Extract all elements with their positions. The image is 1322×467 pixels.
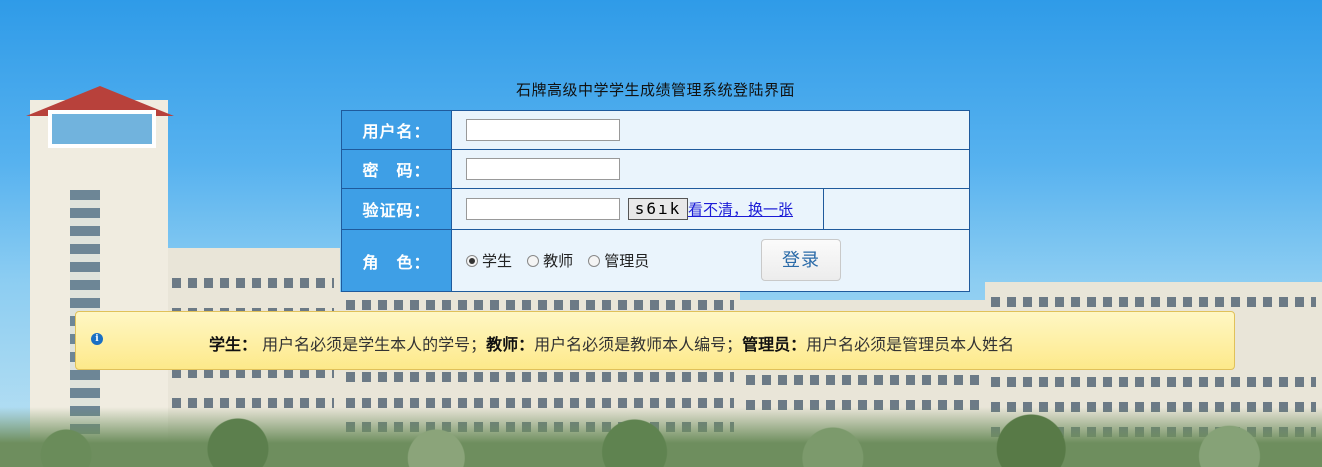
- login-form: 用户名： 密 码： 验证码： s6ık 看不清，换一张 角 色： 学生 教师 管…: [341, 110, 970, 292]
- login-button[interactable]: 登录: [761, 239, 841, 281]
- radio-admin[interactable]: [588, 254, 601, 267]
- username-input[interactable]: [466, 119, 620, 141]
- notice-role-admin: 管理员：: [742, 335, 807, 354]
- page-title: 石牌高级中学学生成绩管理系统登陆界面: [515, 81, 795, 99]
- notice-text-admin: 用户名必须是管理员本人姓名: [806, 335, 1015, 354]
- role-option-student[interactable]: 学生: [466, 250, 512, 271]
- info-icon: i: [91, 333, 103, 345]
- notice-text-teacher: 用户名必须是教师本人编号；: [534, 335, 743, 354]
- radio-student[interactable]: [466, 254, 478, 267]
- role-option-teacher[interactable]: 教师: [527, 250, 573, 271]
- notice-text: 学生： 用户名必须是学生本人的学号；教师：用户名必须是教师本人编号；管理员：用户…: [209, 331, 1014, 355]
- captcha-input[interactable]: [466, 198, 620, 220]
- radio-teacher[interactable]: [527, 254, 540, 267]
- password-label: 密 码：: [341, 149, 452, 189]
- notice-role-teacher: 教师：: [486, 335, 535, 354]
- role-student-label: 学生: [482, 252, 513, 270]
- captcha-label: 验证码：: [341, 188, 452, 230]
- tower-frame: [48, 110, 156, 148]
- captcha-image[interactable]: s6ık: [628, 198, 688, 220]
- captcha-refresh-link[interactable]: 看不清，换一张: [688, 201, 793, 219]
- notice-role-student: 学生：: [209, 335, 258, 354]
- notice-text-student: 用户名必须是学生本人的学号；: [262, 335, 487, 354]
- captcha-spacer: [823, 188, 970, 230]
- role-label: 角 色：: [341, 229, 452, 292]
- trees: [0, 407, 1322, 467]
- password-input[interactable]: [466, 158, 620, 180]
- role-option-admin[interactable]: 管理员: [588, 250, 649, 271]
- username-label: 用户名：: [341, 110, 452, 150]
- role-teacher-label: 教师: [543, 252, 574, 270]
- notice-banner: i 学生： 用户名必须是学生本人的学号；教师：用户名必须是教师本人编号；管理员：…: [75, 311, 1235, 370]
- role-admin-label: 管理员: [604, 252, 650, 270]
